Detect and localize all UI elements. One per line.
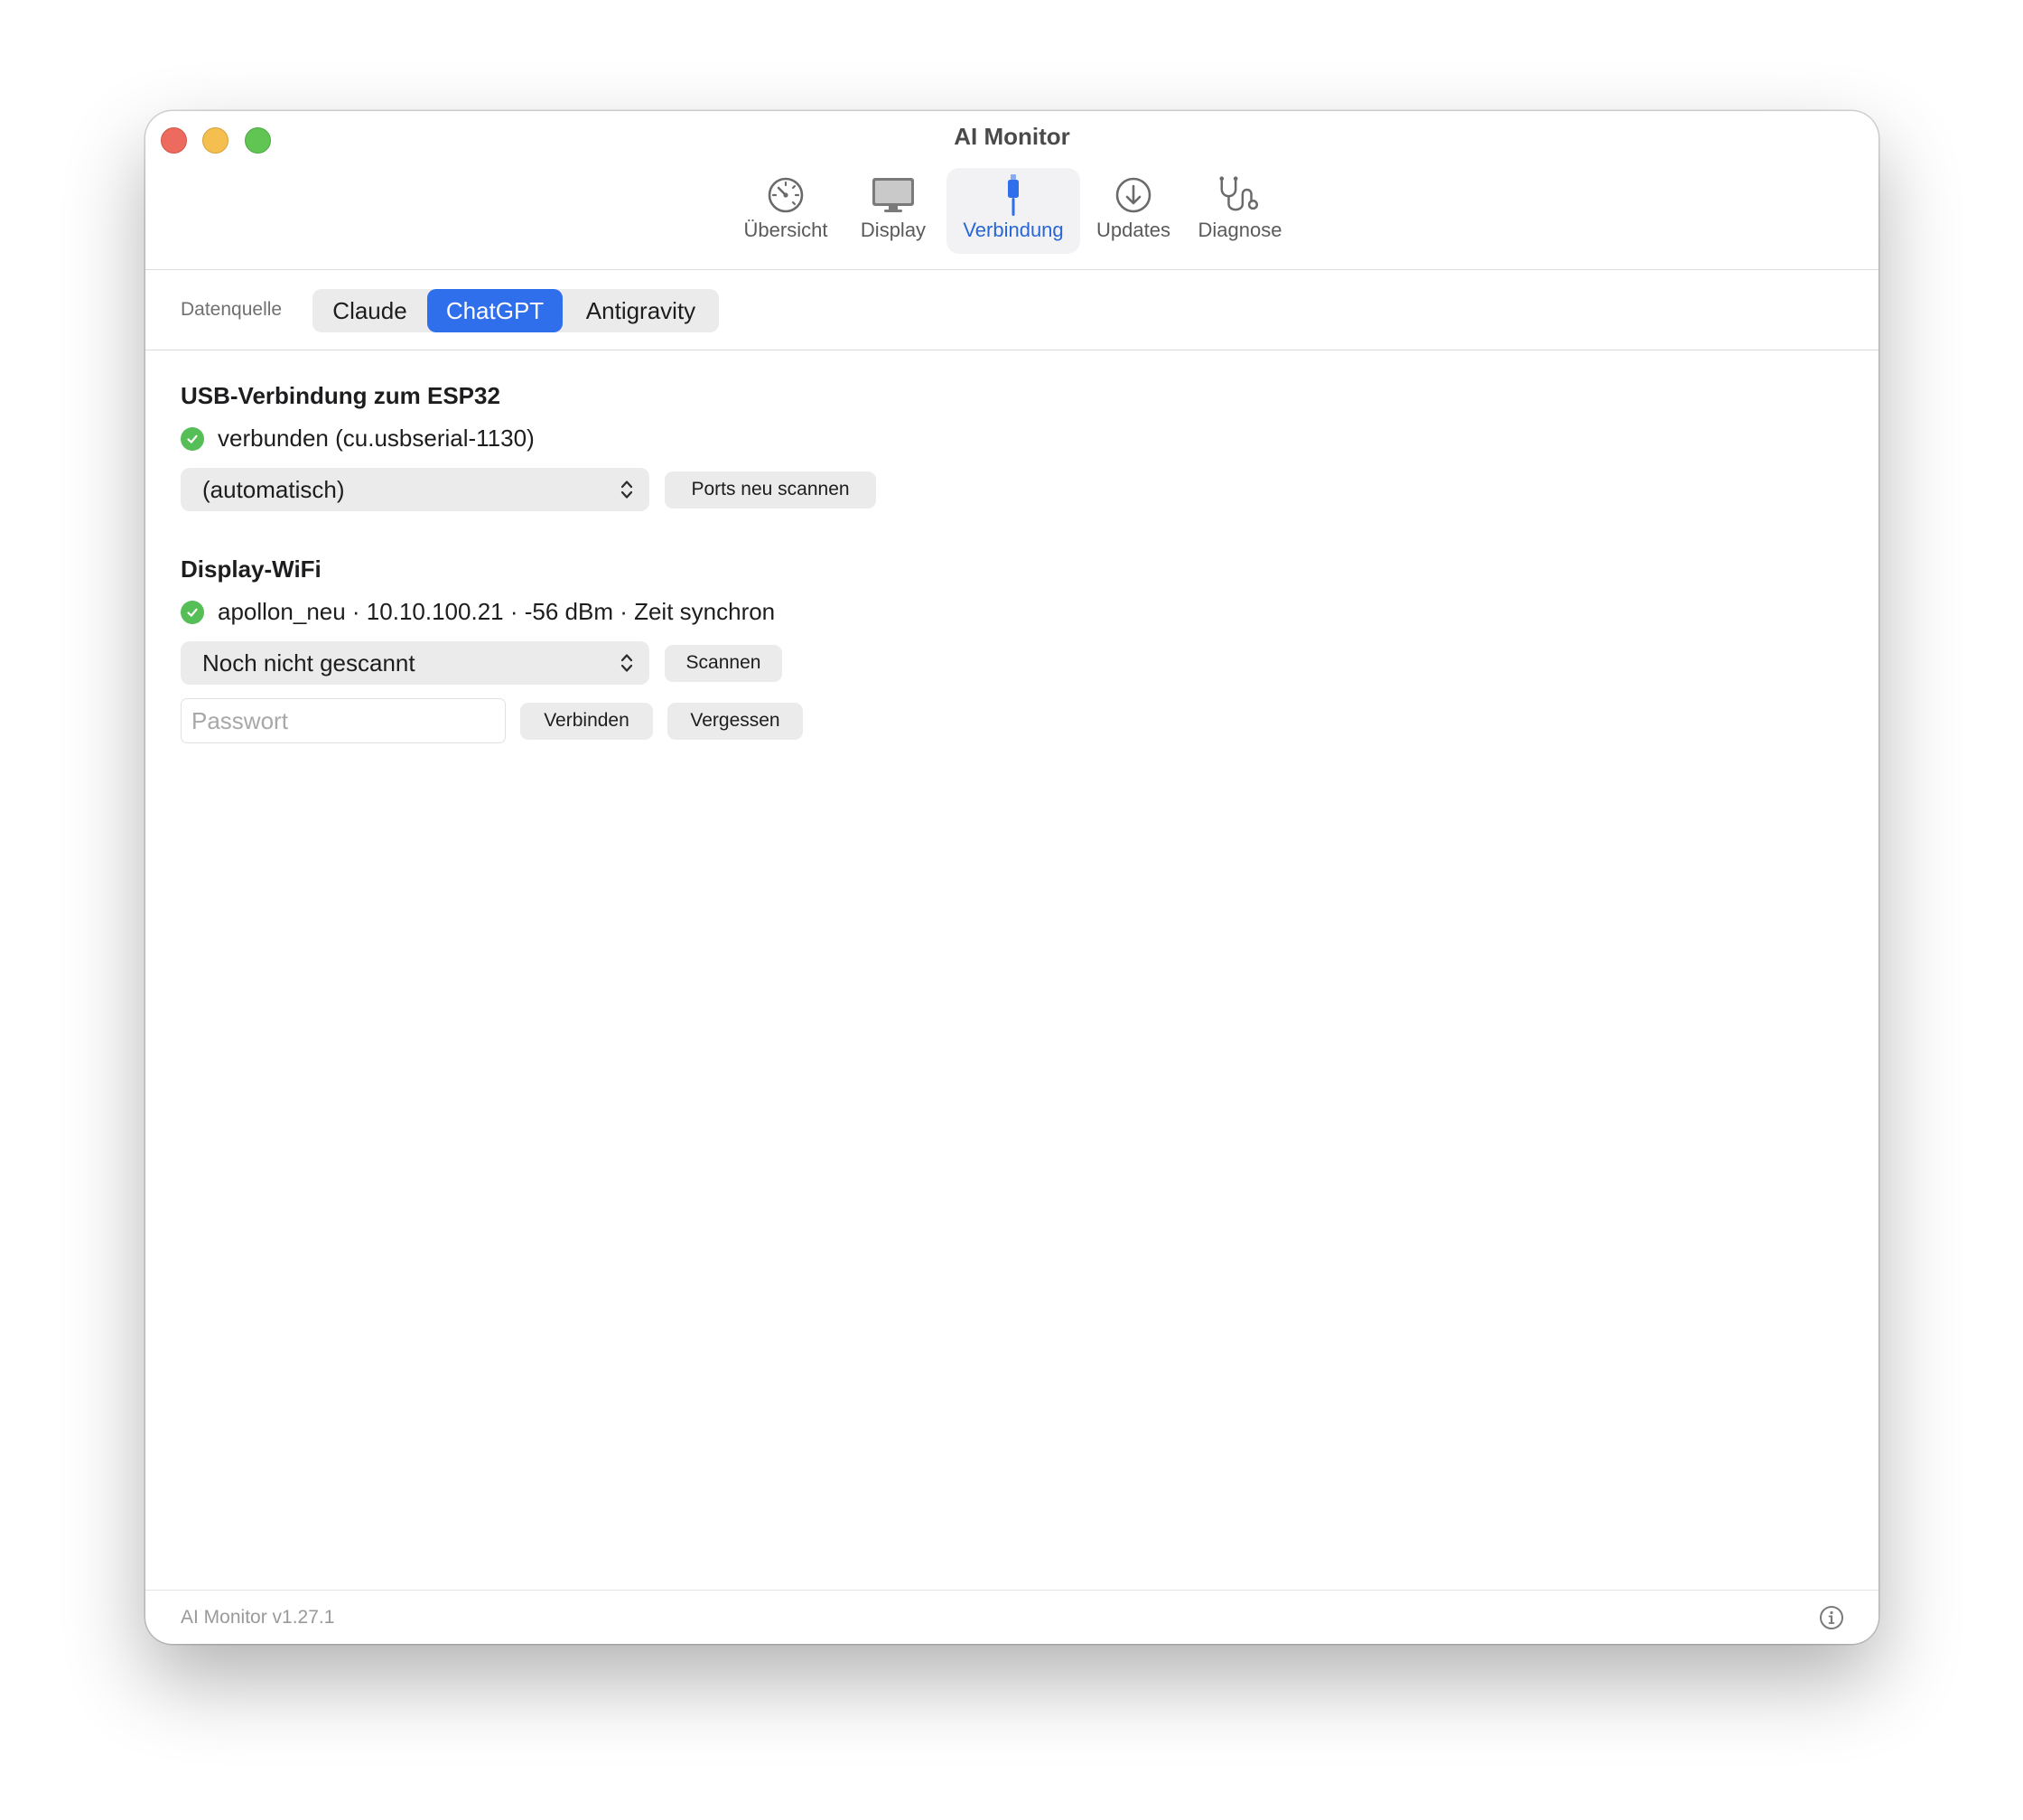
display-icon (870, 173, 917, 217)
download-circle-icon (1110, 173, 1157, 217)
toolbar-tab-connection[interactable]: Verbindung (946, 168, 1080, 254)
wifi-status: apollon_neu · 10.10.100.21 · -56 dBm · Z… (181, 598, 775, 626)
data-source-label: Datenquelle (181, 299, 283, 320)
connect-wifi-button[interactable]: Verbinden (520, 703, 653, 739)
chevron-up-down-icon (620, 654, 633, 672)
forget-wifi-button[interactable]: Vergessen (667, 703, 803, 739)
toolbar-tab-diagnose[interactable]: Diagnose (1189, 168, 1291, 254)
stethoscope-icon (1217, 173, 1263, 217)
usb-section-title: USB-Verbindung zum ESP32 (181, 382, 500, 409)
toolbar-label-diagnose: Diagnose (1198, 219, 1282, 241)
checkmark-circle-icon (181, 600, 204, 624)
info-circle-icon[interactable] (1818, 1604, 1845, 1631)
wifi-password-field[interactable] (181, 698, 506, 743)
usb-status-text: verbunden (cu.usbserial-1130) (218, 425, 535, 452)
toolbar-label-connection: Verbindung (963, 219, 1064, 241)
status-footer: AI Monitor v1.27.1 (145, 1590, 1878, 1644)
version-label: AI Monitor v1.27.1 (181, 1607, 335, 1628)
data-source-segmented-control: Claude ChatGPT Antigravity (312, 289, 719, 332)
window-title: AI Monitor (954, 123, 1070, 150)
cable-connector-icon (990, 173, 1037, 217)
usb-port-popup[interactable]: (automatisch) (181, 468, 649, 511)
chevron-up-down-icon (620, 481, 633, 499)
toolbar-tab-overview[interactable]: Übersicht (736, 168, 835, 254)
segment-claude[interactable]: Claude (312, 289, 427, 332)
wifi-network-popup[interactable]: Noch nicht gescannt (181, 641, 649, 685)
wifi-network-value: Noch nicht gescannt (202, 649, 415, 677)
toolbar-label-updates: Updates (1096, 219, 1170, 241)
checkmark-circle-icon (181, 426, 204, 451)
toolbar-tab-display[interactable]: Display (848, 168, 938, 254)
segment-antigravity[interactable]: Antigravity (563, 289, 719, 332)
rescan-ports-button[interactable]: Ports neu scannen (665, 471, 876, 508)
toolbar-label-overview: Übersicht (743, 219, 828, 241)
usb-status: verbunden (cu.usbserial-1130) (181, 425, 535, 453)
data-source-row: Datenquelle Claude ChatGPT Antigravity (145, 270, 1878, 350)
app-window: AI Monitor Übersicht Display Verbindung … (145, 111, 1878, 1644)
segment-chatgpt[interactable]: ChatGPT (427, 289, 563, 332)
speedometer-icon (762, 173, 809, 217)
toolbar-label-display: Display (860, 219, 927, 241)
toolbar-tab-updates[interactable]: Updates (1088, 168, 1179, 254)
usb-port-value: (automatisch) (202, 476, 345, 503)
wifi-status-text: apollon_neu · 10.10.100.21 · -56 dBm · Z… (218, 598, 776, 625)
scan-wifi-button[interactable]: Scannen (665, 645, 782, 681)
wifi-section-title: Display-WiFi (181, 555, 322, 583)
title-bar: AI Monitor Übersicht Display Verbindung … (145, 111, 1878, 270)
